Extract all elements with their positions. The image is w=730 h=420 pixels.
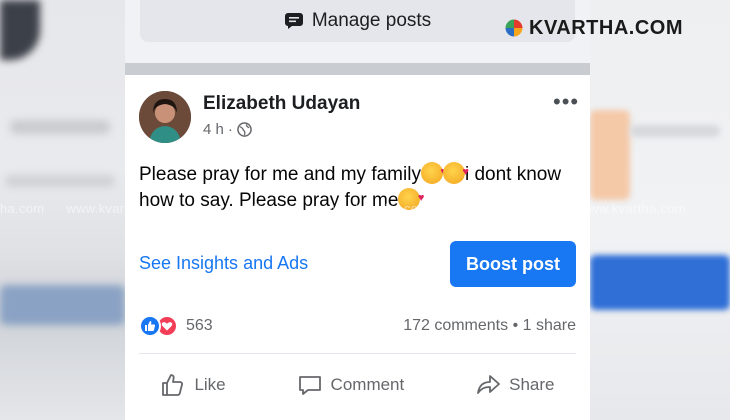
share-button[interactable]: Share (475, 372, 555, 398)
kvartha-logo-icon (505, 19, 523, 37)
comment-label: Comment (330, 375, 405, 394)
post-time[interactable]: 4 h (203, 121, 224, 138)
watermark-text: ha.com (0, 201, 45, 216)
blurred-shape (5, 175, 115, 187)
blurred-shape (0, 0, 40, 60)
like-label: Like (194, 375, 226, 394)
smiling-hearts-emoji-icon (442, 159, 469, 185)
watermark-text: www.kvartha.com (579, 201, 686, 216)
post-text-part1: Please pray for me and my family (139, 164, 421, 185)
section-divider (125, 63, 590, 75)
smiling-hearts-emoji-icon (420, 159, 447, 185)
like-button[interactable]: Like (160, 372, 226, 398)
more-options-icon[interactable]: ••• (553, 91, 579, 113)
logo-text: KVARTHA.COM (529, 16, 684, 39)
reaction-count: 563 (186, 317, 213, 334)
share-icon (477, 375, 501, 394)
post-author-name[interactable]: Elizabeth Udayan (203, 93, 360, 115)
see-insights-link[interactable]: See Insights and Ads (139, 253, 308, 274)
shares-count[interactable]: 1 share (523, 317, 576, 334)
comments-count[interactable]: 172 comments (403, 317, 508, 334)
like-reaction-icon (139, 315, 161, 337)
watermark-text: www.kvartha.com (322, 201, 430, 216)
manage-posts-label: Manage posts (311, 10, 432, 31)
post-actions: Like Comment Share (125, 363, 590, 407)
manage-posts-icon (284, 13, 303, 29)
engagement-summary: 172 comments • 1 share (403, 317, 576, 334)
comment-icon (298, 376, 321, 395)
watermark-text: www.kvartha.com (66, 201, 173, 216)
blurred-shape (630, 125, 720, 137)
boost-post-button[interactable]: Boost post (450, 241, 576, 287)
blurred-shape (10, 120, 110, 134)
blurred-shape (0, 285, 125, 325)
watermark-text: www.kvartha.com (451, 201, 558, 216)
kvartha-logo: KVARTHA.COM (505, 16, 683, 40)
post-meta: 4 h · (203, 121, 252, 138)
thumbs-up-icon (162, 374, 184, 396)
blurred-shape (590, 255, 730, 310)
watermark-text: www.kvartha.com (194, 201, 302, 216)
share-label: Share (509, 375, 555, 394)
globe-icon (237, 122, 252, 137)
avatar[interactable] (139, 91, 191, 143)
reactions-summary[interactable]: 563 (139, 315, 213, 337)
post-card: Elizabeth Udayan 4 h · ••• Please pray f… (125, 75, 590, 420)
comment-button[interactable]: Comment (297, 372, 405, 398)
actions-divider (139, 353, 576, 354)
watermark-row: ha.com www.kvartha.com www.kvartha.com w… (0, 201, 730, 219)
blurred-shape (590, 110, 630, 200)
